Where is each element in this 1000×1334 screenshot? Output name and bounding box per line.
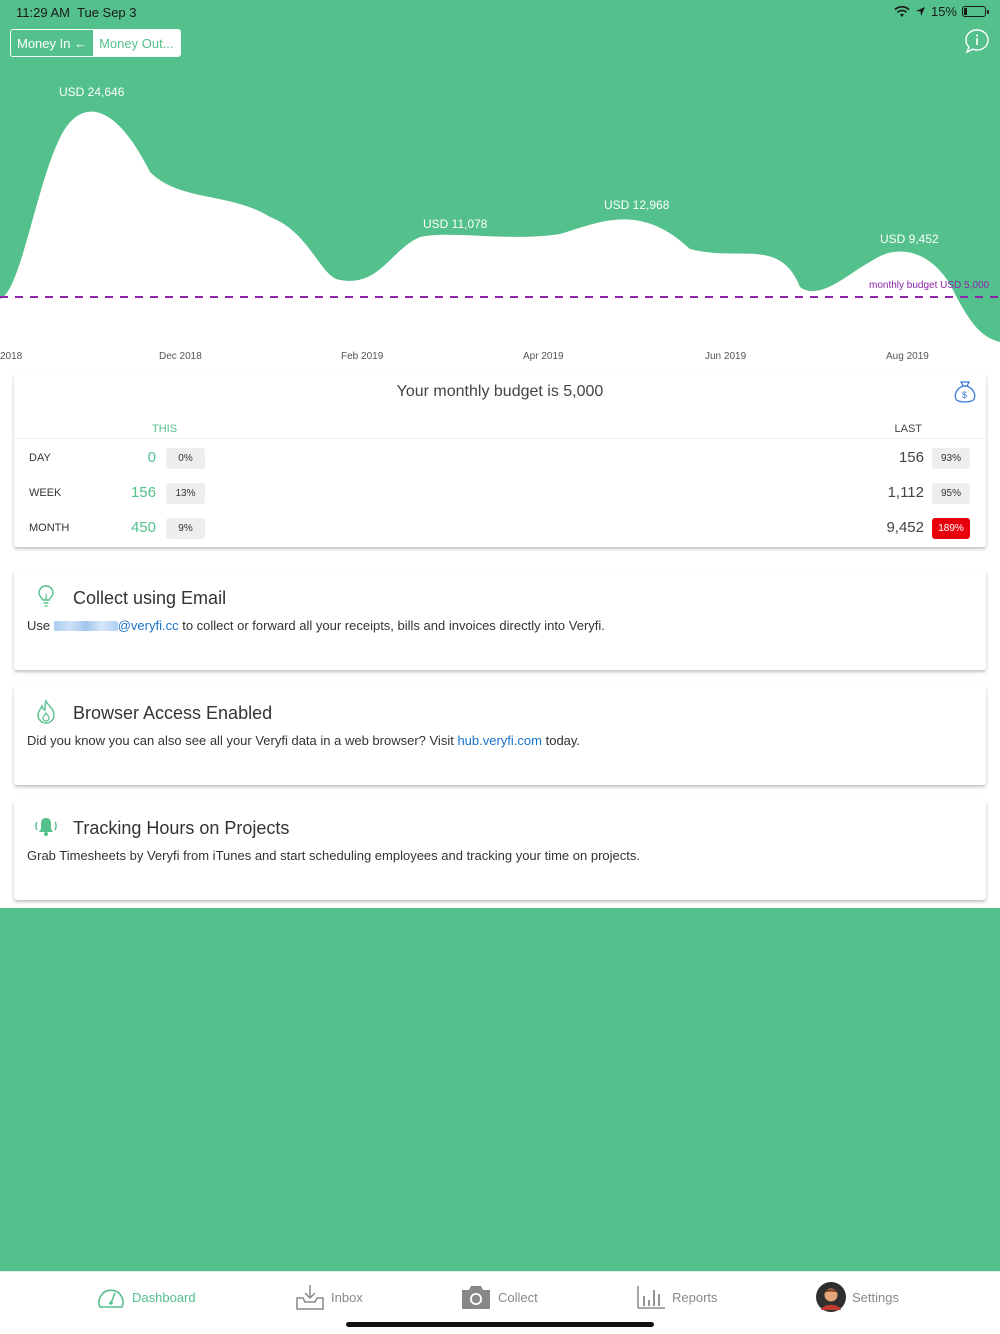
last-percent: 93%	[932, 448, 970, 469]
home-indicator	[346, 1322, 654, 1327]
row-label: WEEK	[29, 487, 62, 499]
divider	[14, 438, 986, 439]
browser-access-card[interactable]: Browser Access Enabled Did you know you …	[14, 685, 986, 785]
camera-icon	[462, 1286, 490, 1309]
budget-title: Your monthly budget is 5,000	[396, 383, 604, 400]
tab-label: Collect	[498, 1289, 538, 1305]
x-tick-label: Dec 2018	[159, 351, 202, 362]
x-tick-label: Jun 2019	[705, 351, 747, 362]
battery-icon	[962, 6, 989, 17]
location-arrow-icon	[915, 7, 925, 16]
collect-email-card[interactable]: Collect using Email Use @veryfi.cc to co…	[14, 570, 986, 670]
tab-collect[interactable]: Collect	[460, 1282, 538, 1312]
money-bag-icon[interactable]: $	[952, 379, 978, 405]
tab-label: Reports	[672, 1289, 718, 1305]
peak-label: USD 9,452	[880, 232, 939, 246]
peak-label: USD 12,968	[604, 198, 670, 212]
this-value: 450	[130, 519, 156, 536]
last-percent: 95%	[932, 483, 970, 504]
x-tick-label: Apr 2019	[523, 351, 564, 362]
status-date: Tue Sep 3	[77, 5, 137, 20]
row-label: DAY	[29, 452, 51, 464]
this-percent: 0%	[166, 448, 205, 469]
status-right: 15%	[894, 4, 989, 19]
avatar	[816, 1282, 846, 1312]
column-last: LAST	[894, 423, 922, 435]
x-tick-label: Aug 2019	[886, 351, 929, 362]
bell-icon	[35, 818, 57, 836]
status-time: 11:29 AM	[16, 5, 70, 20]
this-percent: 13%	[166, 483, 205, 504]
money-out-tab[interactable]: Money Out...	[93, 30, 180, 56]
tab-bar: Dashboard Inbox Collect Reports Settings	[0, 1271, 1000, 1334]
tab-settings[interactable]: Settings	[816, 1282, 899, 1312]
card-title: Collect using Email	[73, 588, 227, 608]
peak-label: USD 11,078	[423, 217, 488, 231]
tab-label: Settings	[852, 1289, 899, 1305]
this-value: 0	[147, 449, 156, 466]
peak-label: USD 24,646	[59, 85, 125, 99]
wifi-icon	[894, 5, 910, 17]
card-body: Grab Timesheets by Veryfi from iTunes an…	[27, 848, 640, 863]
info-icon[interactable]	[964, 28, 990, 54]
card-body: Use @veryfi.cc to collect or forward all…	[27, 618, 605, 633]
budget-card: Your monthly budget is 5,000 $ THIS LAST…	[14, 373, 986, 547]
budget-line-label: monthly budget USD 5,000	[869, 280, 990, 291]
budget-row-month: MONTH 450 9% 9,452 189%	[14, 517, 986, 541]
svg-text:$: $	[962, 390, 967, 400]
last-value: 1,112	[887, 484, 924, 501]
redacted-email	[53, 621, 118, 631]
budget-row-day: DAY 0 0% 156 93%	[14, 447, 986, 471]
tab-inbox[interactable]: Inbox	[295, 1282, 363, 1312]
this-percent: 9%	[166, 518, 205, 539]
hub-link[interactable]: hub.veryfi.com	[457, 733, 542, 748]
money-in-tab[interactable]: Money In ←	[11, 30, 94, 56]
column-this: THIS	[152, 423, 178, 435]
tab-label: Dashboard	[132, 1289, 196, 1305]
tracking-hours-card[interactable]: Tracking Hours on Projects Grab Timeshee…	[14, 800, 986, 900]
lightbulb-icon	[38, 585, 54, 607]
chart-area	[0, 111, 1000, 364]
email-link[interactable]: @veryfi.cc	[118, 618, 179, 633]
this-value: 156	[130, 484, 156, 501]
money-toggle: Money In ← Money Out...	[10, 29, 181, 57]
status-bar: 11:29 AM Tue Sep 3 15%	[0, 0, 1000, 24]
money-in-chart: monthly budget USD 5,000 USD 24,646 USD …	[0, 85, 1000, 364]
card-title: Browser Access Enabled	[73, 703, 273, 723]
tab-label: Inbox	[331, 1289, 363, 1305]
card-title: Tracking Hours on Projects	[73, 818, 290, 838]
last-percent-over-budget: 189%	[932, 518, 970, 539]
dashboard-gauge-icon	[98, 1289, 124, 1308]
row-label: MONTH	[29, 522, 70, 534]
x-tick-label: 2018	[0, 351, 23, 362]
last-value: 156	[898, 449, 924, 466]
bar-chart-icon	[637, 1286, 665, 1309]
inbox-icon	[296, 1285, 324, 1310]
tab-reports[interactable]: Reports	[636, 1282, 718, 1312]
tab-dashboard[interactable]: Dashboard	[96, 1282, 196, 1312]
battery-percent: 15%	[930, 4, 957, 19]
budget-row-week: WEEK 156 13% 1,112 95%	[14, 482, 986, 506]
flame-icon	[37, 699, 55, 724]
last-value: 9,452	[886, 519, 924, 536]
card-body: Did you know you can also see all your V…	[27, 733, 581, 748]
x-tick-label: Feb 2019	[341, 351, 384, 362]
